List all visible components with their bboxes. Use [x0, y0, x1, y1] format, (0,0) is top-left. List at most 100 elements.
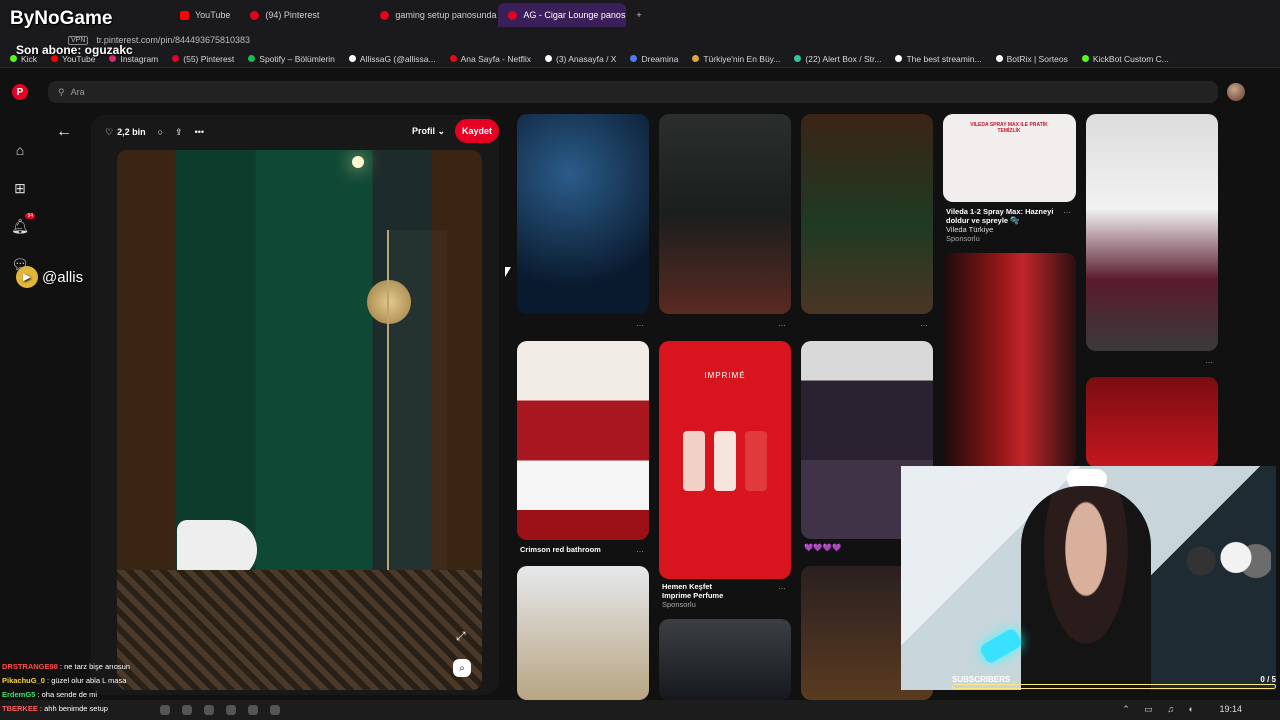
stream-chat: DRSTRANGE98 : ne tarz bişe arıosun Pikach… — [2, 660, 302, 716]
play-icon: ▶ — [16, 266, 38, 288]
left-nav-rail: P ⌂ ⊞ 🔔︎ 94 💬︎ — [0, 69, 40, 700]
more-options-icon[interactable]: … — [636, 319, 644, 328]
address-bar[interactable]: VPN tr.pinterest.com/pin/844493675810383 — [0, 30, 1280, 50]
imprime-sponsor: Sponsorlu — [662, 600, 696, 609]
bookmark-item[interactable]: The best streamin... — [895, 54, 982, 64]
pin-card[interactable] — [1086, 377, 1218, 467]
back-arrow-icon[interactable]: ← — [56, 123, 72, 141]
more-options-icon[interactable]: … — [778, 319, 786, 328]
comment-icon[interactable]: ○ — [158, 127, 163, 137]
bookmark-item[interactable]: KickBot Custom C... — [1081, 54, 1169, 64]
bookmark-item[interactable]: BotRix | Sorteos — [995, 54, 1068, 64]
vileda-ad-banner: VILEDA SPRAY MAX ILE PRATİK TEMİZLİK — [970, 122, 1048, 134]
pin-card[interactable] — [1086, 114, 1218, 351]
pin-card[interactable] — [659, 619, 791, 700]
chat-text: ahh benimde setup — [44, 704, 108, 713]
imprime-logo: IMPRIMÉ — [704, 371, 746, 380]
new-tab-button[interactable]: + — [626, 3, 651, 27]
bookmark-item[interactable]: Dreamina — [630, 54, 678, 64]
likes-count: 2,2 bin — [117, 127, 146, 137]
clock: 19:14 — [1219, 704, 1242, 714]
chat-message: PikachuG_0 : güzel olur abla L masa — [2, 676, 127, 685]
pin-card-imprime-ad[interactable]: IMPRIMÉ — [659, 341, 791, 579]
social-handle-overlay: ▶ @allis — [16, 266, 83, 288]
more-options-icon[interactable]: … — [920, 319, 928, 328]
bookmark-item[interactable]: (22) Alert Box / Str... — [794, 54, 881, 64]
bookmark-item[interactable]: Ana Sayfa - Netflix — [449, 54, 531, 64]
bookmark-item[interactable]: Türkiye'nin En Büy... — [692, 54, 780, 64]
pinterest-icon — [508, 10, 518, 20]
chat-username: DRSTRANGE98 — [2, 662, 58, 671]
bookmark-favicon-icon — [449, 55, 457, 62]
bookmarks-bar: Kick YouTube Instagram (55) Pinterest Spotif… — [0, 50, 1280, 68]
stream-brand-logo: ByNoGame — [10, 8, 113, 29]
bookmark-favicon-icon — [348, 55, 356, 62]
pin-card-vileda-ad[interactable]: VILEDA SPRAY MAX ILE PRATİK TEMİZLİK — [943, 114, 1076, 202]
more-options-icon[interactable]: … — [1063, 206, 1071, 215]
tab-cigar-lounge[interactable]: AG - Cigar Lounge panos — [498, 3, 627, 27]
bookmark-favicon-icon — [248, 55, 256, 62]
tab-pinterest[interactable]: (94) Pinterest — [240, 3, 370, 27]
browser-tab-bar: YouTube (94) Pinterest gaming setup pano… — [0, 0, 1280, 30]
chat-username: TBERKEE — [2, 704, 38, 713]
share-icon[interactable]: ⇪ — [175, 127, 183, 138]
pin-image-green-marble-bathroom[interactable] — [117, 150, 482, 690]
mouse-cursor — [505, 267, 511, 277]
imprime-sub: Imprime Perfume — [662, 591, 724, 600]
bookmark-favicon-icon — [692, 55, 700, 62]
chat-username: ErdemG5 — [2, 690, 36, 699]
chat-message: ErdemG5 : oha sende de mi — [2, 690, 98, 699]
search-input[interactable]: ⚲ Ara — [48, 81, 1218, 103]
youtube-icon — [180, 10, 189, 20]
pin-card[interactable] — [517, 114, 649, 314]
pin-card[interactable] — [943, 253, 1076, 468]
webcam-overlay — [901, 466, 1276, 690]
chat-text: oha sende de mi — [41, 690, 98, 699]
bookmark-item[interactable]: AllissaG (@allissa... — [348, 54, 436, 64]
subscribers-label: SUBSCRIBERS — [952, 674, 1011, 684]
bookmark-favicon-icon — [630, 55, 638, 62]
create-icon[interactable]: ⊞ — [11, 179, 29, 197]
bookmark-item[interactable]: (3) Anasayfa / X — [544, 54, 616, 64]
chevron-down-icon: ⌄ — [437, 126, 446, 136]
save-button[interactable]: Kaydet — [455, 119, 499, 143]
pin-card[interactable] — [517, 566, 649, 700]
board-select[interactable]: Profil ⌄ — [412, 126, 445, 137]
heart-icon[interactable]: ♡ — [105, 127, 113, 138]
more-options-icon[interactable]: … — [778, 582, 786, 591]
expand-icon[interactable]: ⤢ — [456, 629, 466, 644]
sponsored-label: Sponsorlu — [946, 234, 980, 243]
crimson-caption: Crimson red bathroom — [520, 545, 601, 554]
bookmark-item[interactable]: (55) Pinterest — [172, 54, 234, 64]
chat-text: güzel olur abla L masa — [51, 676, 127, 685]
pin-card[interactable] — [801, 114, 933, 314]
search-icon: ⚲ — [58, 86, 65, 97]
chat-message: DRSTRANGE98 : ne tarz bişe arıosun — [2, 662, 130, 671]
system-tray[interactable]: ⌃ ▭ ♫ ◐ — [1122, 704, 1200, 715]
chat-username: PikachuG_0 — [2, 676, 45, 685]
pinterest-logo-icon[interactable]: P — [11, 83, 29, 101]
subscriber-progress-bar — [952, 684, 1276, 689]
more-options-icon[interactable]: … — [636, 545, 644, 554]
search-placeholder: Ara — [70, 87, 85, 97]
subscriber-goal: SUBSCRIBERS 0 / 5 — [952, 669, 1276, 689]
visual-search-icon[interactable]: ⌕ — [453, 659, 471, 677]
bookmark-item[interactable]: Spotify – Bölümlerin — [248, 54, 335, 64]
avatar[interactable] — [1227, 83, 1245, 101]
home-icon[interactable]: ⌂ — [11, 141, 29, 159]
bookmark-favicon-icon — [1081, 55, 1089, 62]
pin-card-crimson-bathroom[interactable] — [517, 341, 649, 540]
vileda-sponsor: Vileda Türkiye — [946, 225, 994, 234]
tab-gaming-setup[interactable]: gaming setup panosunda — [370, 3, 498, 27]
pinterest-icon — [250, 10, 260, 20]
notifications-icon[interactable]: 🔔︎ 94 — [11, 213, 35, 235]
more-options-icon[interactable]: … — [1205, 356, 1213, 365]
chat-text: ne tarz bişe arıosun — [64, 662, 130, 671]
tab-youtube[interactable]: YouTube — [170, 3, 240, 27]
bookmark-favicon-icon — [544, 55, 552, 62]
pin-card[interactable] — [659, 114, 791, 314]
bookmark-favicon-icon — [995, 55, 1003, 62]
hearts-caption: 💜💜💜💜 — [804, 543, 842, 552]
more-options-icon[interactable]: ••• — [195, 127, 204, 137]
last-subscriber-overlay: Son abone: oguzakc — [16, 43, 133, 57]
